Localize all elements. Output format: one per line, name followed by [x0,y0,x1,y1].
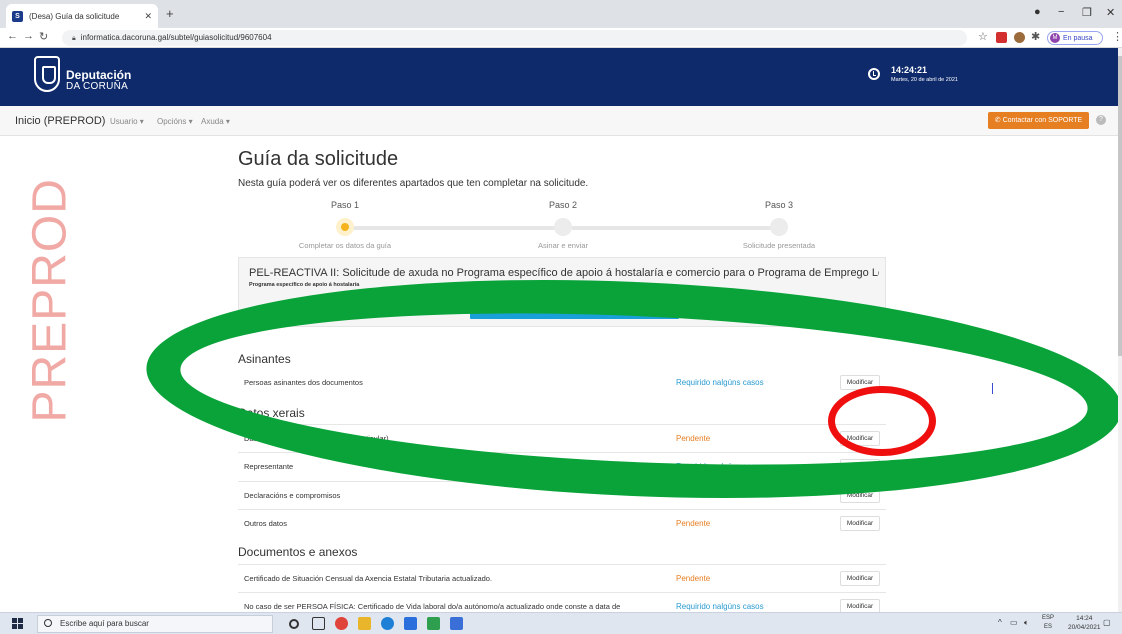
browser-tab-bar: S (Desa) Guía da solicitude ✕ + ● − ❐ ✕ [0,0,1122,28]
nav-home-link[interactable]: Inicio (PREPROD) [15,115,105,127]
browser-tab[interactable]: S (Desa) Guía da solicitude ✕ [6,4,158,28]
step-3-dot [770,218,788,236]
url-text: informatica.dacoruna.gal/subtel/guiasoli… [80,33,272,42]
row-status: Requirido nalgúns casos [676,602,764,611]
volume-icon[interactable]: 🔈︎ [1024,618,1029,628]
browser-menu-icon[interactable]: ⋮ [1112,30,1122,43]
modify-button[interactable]: Modificar [840,571,880,586]
row-status: Pendente [676,574,711,583]
taskbar-time: 14:24 [1076,615,1093,622]
edge-icon[interactable] [381,617,394,630]
row-label: Outros datos [244,519,287,528]
section-title-documentos: Documentos e anexos [238,545,358,559]
taskbar-clock[interactable]: 14:24 20/04/2021 [1068,614,1101,632]
deputacion-logo-icon[interactable] [34,56,60,92]
search-placeholder: Escribe aquí para buscar [60,619,149,628]
step-3-name: Paso 3 [764,200,794,210]
search-icon [44,619,52,627]
file-explorer-icon[interactable] [358,617,371,630]
brand-name: Deputación [66,68,132,82]
maximize-icon[interactable]: ❐ [1082,6,1092,19]
table-row: Certificado de Situación Censual da Axen… [238,564,886,592]
lang-bottom: ES [1044,624,1053,630]
window-close-icon[interactable]: ✕ [1106,6,1115,19]
step-1-desc: Completar os datos da guía [298,241,392,250]
pdf-extension-icon[interactable] [996,32,1007,43]
tab-close-icon[interactable]: ✕ [144,11,152,22]
back-icon[interactable]: ← [7,30,18,42]
profile-status: En pausa [1063,34,1093,42]
row-label: Representante [244,462,294,471]
call-title: PEL-REACTIVA II: Solicitude de axuda no … [249,267,879,279]
step-1-dot [336,218,354,236]
language-indicator[interactable]: ESP ES [1042,614,1054,632]
nav-menu-opcions[interactable]: Opcións ▾ [157,117,193,126]
row-status: Pendente [676,519,711,528]
avatar: M [1050,33,1060,43]
call-subtitle: Programa específico de apoio á hostalarí… [249,282,360,288]
header-time: 14:24:21 [891,65,928,75]
row-label: No caso de ser PERSOA FÍSICA: Certificad… [244,602,621,611]
step-1-name: Paso 1 [330,200,360,210]
clock-icon [868,68,880,80]
step-3-desc: Solicitude presentada [742,241,816,250]
windows-start-icon[interactable] [12,618,24,630]
reload-icon[interactable]: ↻ [39,30,48,43]
scrollbar-thumb[interactable] [1118,56,1122,356]
tab-title: (Desa) Guía da solicitude [29,11,120,21]
taskbar-date: 20/04/2021 [1068,624,1101,631]
task-view-icon[interactable] [312,617,325,630]
modify-button[interactable]: Modificar [840,516,880,531]
excel-icon[interactable] [427,617,440,630]
extensions-puzzle-icon[interactable]: ✱ [1031,30,1040,43]
tray-chevron-icon[interactable]: ^ [998,618,1002,627]
site-favicon-icon: S [12,10,23,22]
address-bar: ← → ↻ 🔒︎ informatica.dacoruna.gal/subtel/… [0,28,1122,48]
taskbar-search-input[interactable]: Escribe aquí para buscar [37,615,273,633]
step-2-name: Paso 2 [548,200,578,210]
preprod-watermark: PREPROD [23,178,77,423]
help-icon[interactable]: ? [1096,115,1106,125]
step-connector [353,226,563,230]
table-row: Outros datos Pendente Modificar [238,509,886,537]
step-2-desc: Asinar e enviar [537,241,589,250]
row-label: Declaracións e compromisos [244,491,341,500]
forward-icon[interactable]: → [23,30,34,42]
network-icon[interactable]: ▭ [1010,618,1018,627]
page-subtitle: Nesta guía poderá ver os diferentes apar… [238,178,589,189]
red-highlight-circle [828,386,936,456]
table-row: No caso de ser PERSOA FÍSICA: Certificad… [238,592,886,614]
step-2-dot [554,218,572,236]
word-icon[interactable] [450,617,463,630]
main-navbar: Inicio (PREPROD) Usuario ▾ Opcións ▾ Axu… [0,106,1118,136]
brand-subname: DA CORUÑA [66,81,129,92]
contact-support-button[interactable]: ✆ Contactar con SOPORTE [988,112,1089,129]
text-cursor-icon [992,383,993,394]
cortana-icon[interactable] [289,619,299,629]
new-tab-icon[interactable]: + [166,6,174,21]
store-icon[interactable] [404,617,417,630]
url-field[interactable]: 🔒︎ informatica.dacoruna.gal/subtel/guiaso… [62,30,967,46]
record-icon[interactable]: ● [1034,6,1041,18]
row-label: Certificado de Situación Censual da Axen… [244,574,493,583]
notifications-icon[interactable]: ▢ [1103,618,1111,627]
lang-top: ESP [1042,615,1055,621]
chrome-icon[interactable] [335,617,348,630]
nav-menu-axuda[interactable]: Axuda ▾ [201,117,230,126]
nav-menu-usuario[interactable]: Usuario ▾ [110,117,144,126]
profile-button[interactable]: M En pausa [1047,31,1103,45]
lock-icon: 🔒︎ [72,35,76,42]
extension-icon[interactable] [1014,32,1025,43]
step-connector [572,226,778,230]
page-scrollbar[interactable] [1118,48,1122,612]
header-date: Martes, 20 de abril de 2021 [891,77,958,83]
bookmark-star-icon[interactable]: ☆ [978,30,988,43]
page-title: Guía da solicitude [238,148,399,170]
windows-taskbar: Escribe aquí para buscar ^ ▭ 🔈︎ ESP ES 1… [0,612,1122,634]
minimize-icon[interactable]: − [1058,6,1064,18]
